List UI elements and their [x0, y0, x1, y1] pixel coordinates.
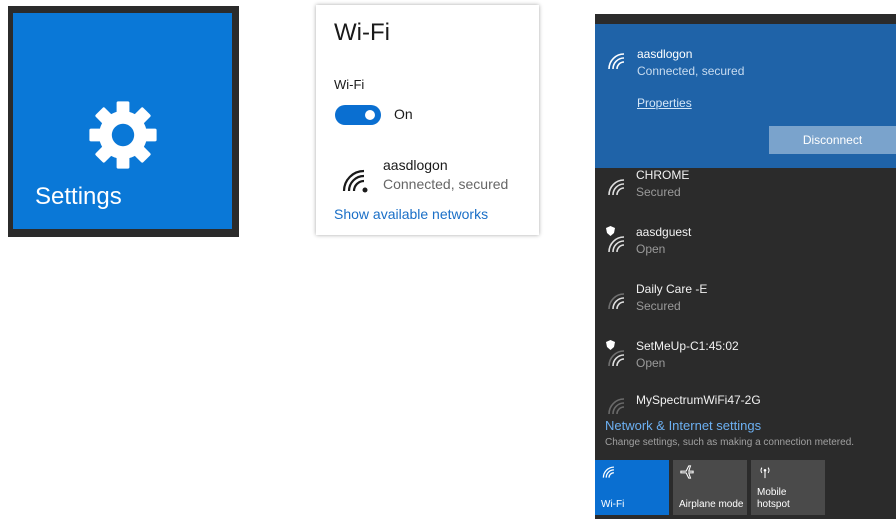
wifi-icon: [608, 293, 625, 310]
shield-icon: [606, 340, 615, 350]
quick-action-label: Mobile hotspot: [757, 487, 790, 510]
network-item[interactable]: Daily Care -E Secured: [595, 280, 896, 330]
network-name: SetMeUp-C1:45:02: [636, 339, 739, 353]
hotspot-icon: [760, 467, 770, 479]
network-name: Daily Care -E: [636, 282, 708, 296]
toggle-knob: [365, 110, 375, 120]
network-flyout: aasdlogon Connected, secured Properties …: [595, 14, 896, 519]
wifi-toggle-label: Wi-Fi: [334, 77, 365, 92]
quick-action-label: Wi-Fi: [601, 499, 625, 510]
settings-tile[interactable]: Settings: [13, 13, 232, 229]
network-name: aasdguest: [636, 225, 692, 239]
network-status: Secured: [636, 299, 681, 313]
network-status: Connected, secured: [383, 176, 509, 192]
wifi-icon: [608, 53, 625, 70]
wifi-icon: [608, 179, 625, 196]
network-item[interactable]: SetMeUp-C1:45:02 Open: [595, 337, 896, 387]
properties-link[interactable]: Properties: [637, 96, 692, 110]
wifi-icon: [608, 236, 625, 253]
page-title: Wi-Fi: [334, 19, 390, 46]
airplane-icon: [680, 465, 694, 479]
network-name: aasdlogon: [383, 157, 448, 173]
network-status: Secured: [636, 185, 681, 199]
wifi-icon: [608, 350, 625, 367]
network-status: Open: [636, 242, 666, 256]
wifi-toggle[interactable]: [335, 105, 381, 125]
connected-network[interactable]: aasdlogon Connected, secured Properties …: [595, 24, 896, 168]
wifi-settings-card: Wi-Fi Wi-Fi On aasdlogon Connected, secu…: [316, 5, 539, 235]
network-status: Open: [636, 356, 666, 370]
airplane-mode-quick-action[interactable]: Airplane mode: [673, 460, 747, 515]
network-name: CHROME: [636, 168, 690, 182]
show-available-networks-link[interactable]: Show available networks: [334, 206, 488, 222]
network-item[interactable]: aasdguest Open: [595, 223, 896, 273]
network-item[interactable]: CHROME Secured: [595, 166, 896, 216]
wifi-icon: [342, 169, 368, 193]
wifi-toggle-state: On: [394, 106, 413, 122]
settings-tile-label: Settings: [35, 183, 122, 210]
connected-network-name: aasdlogon: [637, 47, 693, 61]
mobile-hotspot-quick-action[interactable]: Mobile hotspot: [751, 460, 825, 515]
quick-action-label: Airplane mode: [679, 499, 744, 510]
network-item[interactable]: MySpectrumWiFi47-2G: [595, 391, 896, 415]
wifi-icon: [602, 466, 614, 478]
wifi-quick-action[interactable]: Wi-Fi: [595, 460, 669, 515]
wifi-weak-icon: [608, 398, 625, 415]
gear-icon: [89, 101, 157, 169]
disconnect-button[interactable]: Disconnect: [769, 126, 896, 154]
network-name: MySpectrumWiFi47-2G: [636, 393, 761, 407]
shield-icon: [606, 226, 615, 236]
network-settings-description: Change settings, such as making a connec…: [605, 437, 855, 448]
network-internet-settings-link[interactable]: Network & Internet settings: [605, 418, 761, 433]
connected-network-status: Connected, secured: [637, 64, 745, 78]
